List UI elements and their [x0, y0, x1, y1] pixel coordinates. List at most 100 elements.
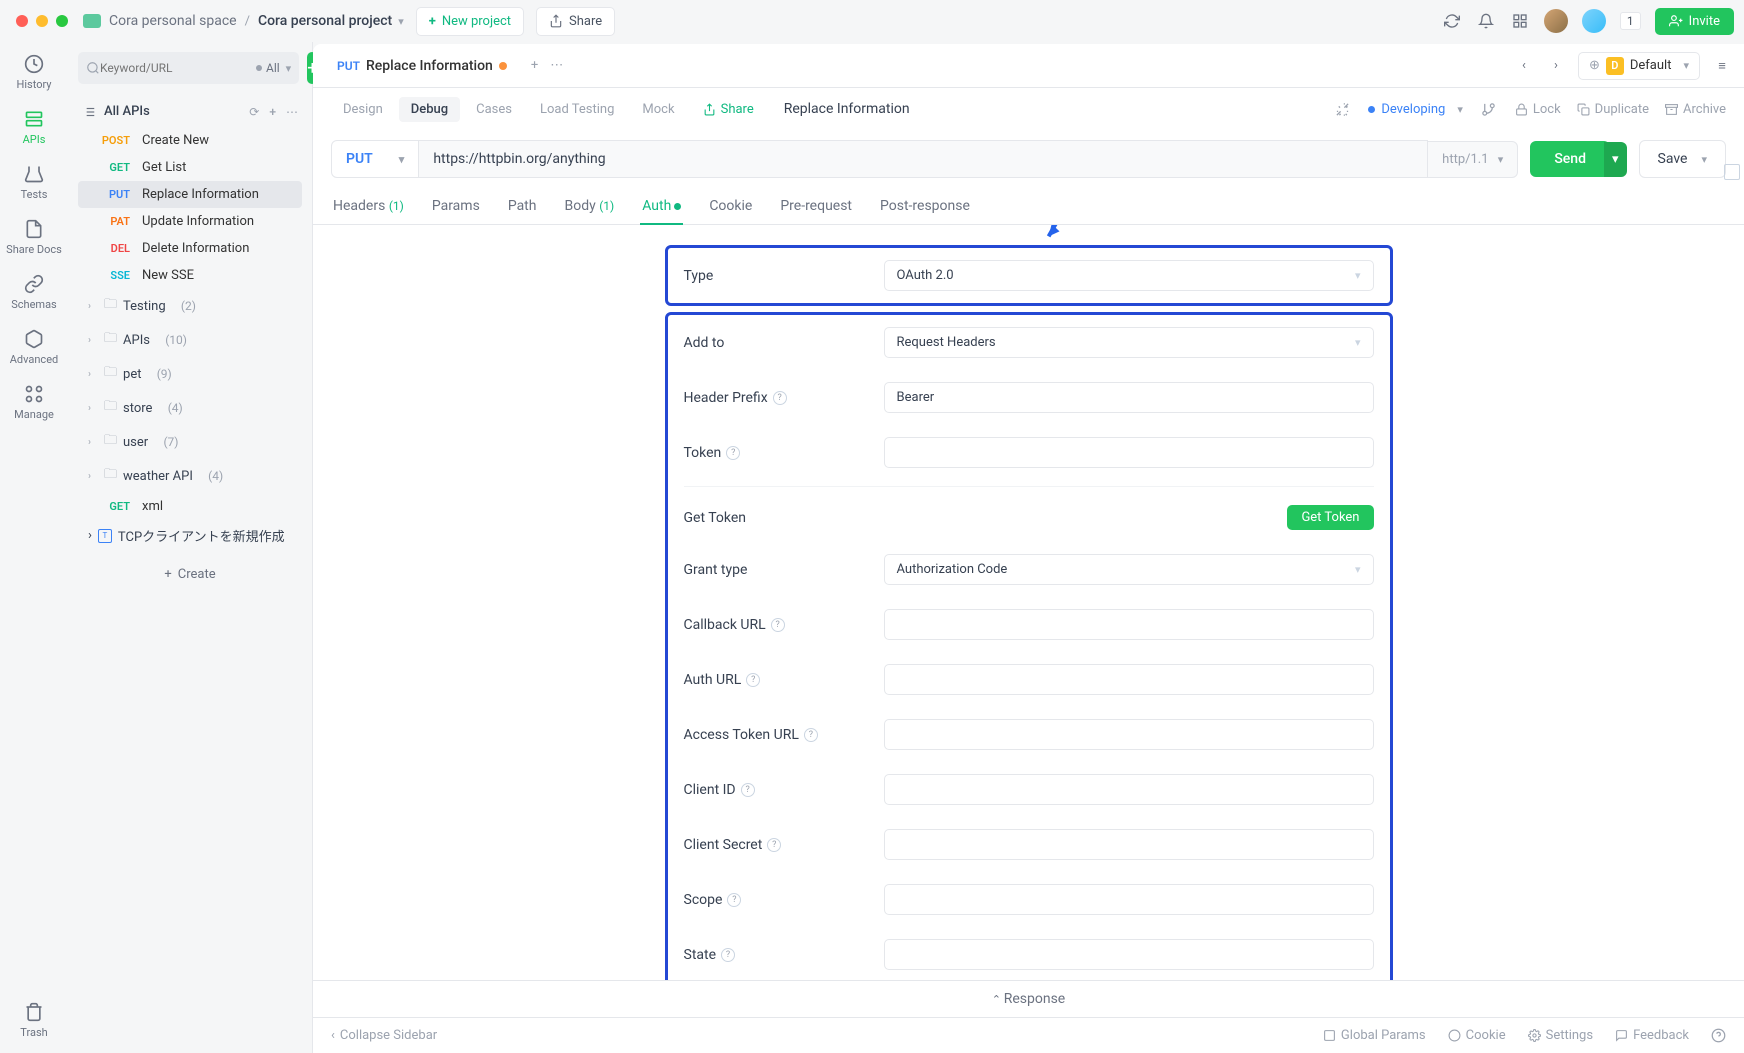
reqtab-post[interactable]: Post-response: [878, 188, 972, 224]
invite-button[interactable]: Invite: [1655, 8, 1734, 35]
subtab-load[interactable]: Load Testing: [528, 97, 626, 122]
folder-item[interactable]: ›🗀store (4): [78, 391, 302, 425]
subtab-cases[interactable]: Cases: [464, 97, 524, 122]
settings-button[interactable]: Settings: [1528, 1028, 1593, 1043]
response-toggle[interactable]: Response: [313, 980, 1744, 1017]
all-apis-header[interactable]: All APIs ⟳ + ⋯: [78, 96, 302, 127]
api-item[interactable]: PUTReplace Information: [78, 181, 302, 208]
subtab-debug[interactable]: Debug: [399, 97, 460, 122]
chevron-down-icon[interactable]: ▾: [286, 62, 292, 75]
api-item[interactable]: DELDelete Information: [78, 235, 302, 262]
prefix-input[interactable]: Bearer: [884, 382, 1374, 413]
tcp-item[interactable]: ›TTCPクライアントを新規作成: [78, 520, 302, 551]
global-params-button[interactable]: Global Params: [1323, 1028, 1426, 1043]
feedback-button[interactable]: Feedback: [1615, 1028, 1689, 1043]
prev-icon[interactable]: ‹: [1514, 56, 1534, 76]
cookie-button[interactable]: Cookie: [1448, 1028, 1506, 1043]
branch-icon[interactable]: [1479, 99, 1499, 119]
help-icon[interactable]: ?: [746, 673, 760, 687]
secret-input[interactable]: [884, 829, 1374, 860]
addto-select[interactable]: Request Headers▾: [884, 327, 1374, 358]
duplicate-button[interactable]: Duplicate: [1577, 102, 1649, 117]
nav-manage[interactable]: Manage: [14, 384, 54, 421]
share-button[interactable]: Share: [536, 7, 615, 36]
more-tabs-icon[interactable]: ⋯: [550, 58, 563, 73]
scope-input[interactable]: [884, 884, 1374, 915]
window-controls[interactable]: [16, 15, 68, 27]
create-button[interactable]: + Create: [78, 559, 302, 590]
api-item[interactable]: POSTCreate New: [78, 127, 302, 154]
subtab-design[interactable]: Design: [331, 97, 395, 122]
help-icon[interactable]: ?: [727, 893, 741, 907]
avatar[interactable]: [1582, 9, 1606, 33]
send-dropdown[interactable]: ▾: [1604, 142, 1627, 177]
nav-apis[interactable]: APIs: [23, 109, 46, 146]
lock-button[interactable]: Lock: [1515, 102, 1561, 117]
nav-trash[interactable]: Trash: [20, 1002, 47, 1039]
reqtab-auth[interactable]: Auth: [640, 188, 683, 224]
grant-select[interactable]: Authorization Code▾: [884, 554, 1374, 585]
plus-icon[interactable]: +: [269, 105, 276, 119]
search-input[interactable]: All ▾: [78, 52, 299, 84]
folder-item[interactable]: ›🗀pet (9): [78, 357, 302, 391]
wand-icon[interactable]: [1332, 99, 1352, 119]
reqtab-body[interactable]: Body (1): [562, 188, 616, 224]
nav-advanced[interactable]: Advanced: [10, 329, 58, 366]
grid-icon[interactable]: [1510, 11, 1530, 31]
subtab-share[interactable]: Share: [691, 97, 766, 122]
help-icon[interactable]: ?: [771, 618, 785, 632]
authurl-input[interactable]: [884, 664, 1374, 695]
access-input[interactable]: [884, 719, 1374, 750]
save-button[interactable]: Save▾: [1639, 140, 1726, 178]
folder-item[interactable]: ›🗀APIs (10): [78, 323, 302, 357]
new-project-button[interactable]: + New project: [416, 7, 524, 36]
nav-tests[interactable]: Tests: [21, 164, 48, 201]
avatar[interactable]: [1544, 9, 1568, 33]
status-badge[interactable]: Developing▾: [1368, 102, 1463, 117]
help-icon[interactable]: ?: [726, 446, 740, 460]
reqtab-path[interactable]: Path: [506, 188, 539, 224]
help-icon[interactable]: ?: [741, 783, 755, 797]
api-item[interactable]: GETxml: [78, 493, 302, 520]
api-item[interactable]: SSENew SSE: [78, 262, 302, 289]
help-icon[interactable]: ?: [773, 391, 787, 405]
get-token-button[interactable]: Get Token: [1287, 505, 1373, 530]
tab[interactable]: PUT Replace Information: [325, 44, 519, 87]
environment-selector[interactable]: ⊕ D Default ▾: [1578, 52, 1700, 80]
url-input[interactable]: https://httpbin.org/anything: [419, 140, 1428, 178]
help-icon[interactable]: ?: [804, 728, 818, 742]
send-button[interactable]: Send: [1530, 141, 1610, 177]
method-selector[interactable]: PUT ▾: [331, 140, 419, 178]
folder-item[interactable]: ›🗀weather API (4): [78, 459, 302, 493]
subtab-mock[interactable]: Mock: [630, 97, 686, 122]
api-item[interactable]: GETGet List: [78, 154, 302, 181]
nav-history[interactable]: History: [17, 54, 52, 91]
protocol-selector[interactable]: http/1.1 ▾: [1428, 141, 1518, 178]
breadcrumb-project[interactable]: Cora personal project: [258, 13, 392, 29]
side-panel-toggle[interactable]: [1724, 164, 1740, 180]
refresh-icon[interactable]: ⟳: [249, 105, 259, 119]
help-icon[interactable]: ?: [767, 838, 781, 852]
callback-input[interactable]: [884, 609, 1374, 640]
api-item[interactable]: PATUpdate Information: [78, 208, 302, 235]
type-select[interactable]: OAuth 2.0▾: [884, 260, 1374, 291]
more-icon[interactable]: ⋯: [286, 105, 298, 119]
menu-icon[interactable]: ≡: [1712, 56, 1732, 76]
reqtab-pre[interactable]: Pre-request: [778, 188, 854, 224]
token-input[interactable]: [884, 437, 1374, 468]
chevron-down-icon[interactable]: ▾: [398, 15, 404, 28]
nav-schemas[interactable]: Schemas: [11, 274, 57, 311]
nav-share-docs[interactable]: Share Docs: [6, 219, 62, 256]
state-input[interactable]: [884, 939, 1374, 970]
folder-item[interactable]: ›🗀Testing (2): [78, 289, 302, 323]
next-icon[interactable]: ›: [1546, 56, 1566, 76]
breadcrumb-space[interactable]: Cora personal space: [109, 13, 237, 29]
clientid-input[interactable]: [884, 774, 1374, 805]
sync-icon[interactable]: [1442, 11, 1462, 31]
reqtab-params[interactable]: Params: [430, 188, 482, 224]
reqtab-cookie[interactable]: Cookie: [707, 188, 754, 224]
bell-icon[interactable]: [1476, 11, 1496, 31]
new-tab-button[interactable]: +: [519, 58, 550, 73]
reqtab-headers[interactable]: Headers (1): [331, 188, 406, 224]
collapse-sidebar-button[interactable]: ‹ Collapse Sidebar: [331, 1028, 437, 1043]
